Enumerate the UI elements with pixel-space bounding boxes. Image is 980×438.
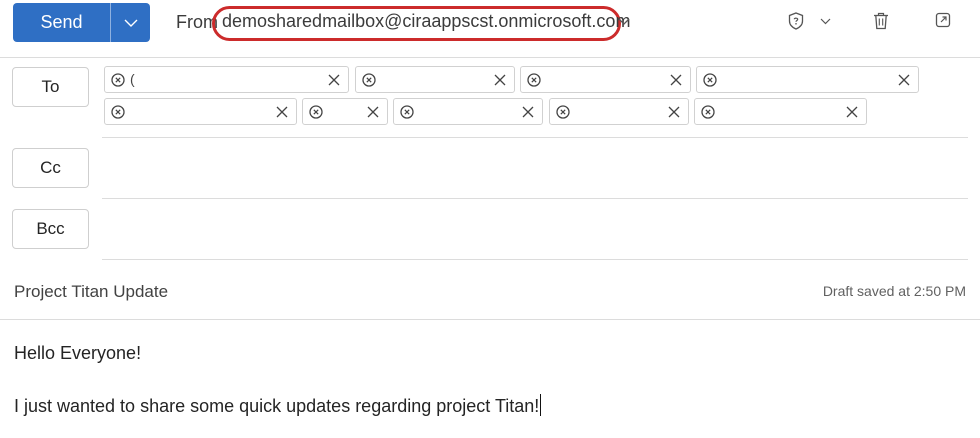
bcc-button[interactable]: Bcc [12, 209, 89, 249]
close-icon[interactable] [668, 106, 680, 118]
close-icon[interactable] [898, 74, 910, 86]
recipient-chip[interactable] [696, 66, 919, 93]
to-button[interactable]: To [12, 67, 89, 107]
remove-recipient-icon[interactable] [703, 73, 717, 87]
close-icon[interactable] [522, 106, 534, 118]
divider [102, 259, 968, 260]
shield-question-icon [788, 12, 804, 30]
recipient-chip[interactable] [104, 98, 297, 125]
chevron-down-icon[interactable] [618, 18, 630, 26]
recipient-name: ( [130, 71, 135, 87]
remove-recipient-icon[interactable] [400, 105, 414, 119]
remove-recipient-icon[interactable] [701, 105, 715, 119]
remove-recipient-icon[interactable] [362, 73, 376, 87]
divider [102, 137, 968, 138]
close-icon[interactable] [328, 74, 340, 86]
draft-status: Draft saved at 2:50 PM [822, 283, 966, 299]
recipient-chip[interactable]: ( [104, 66, 349, 93]
pop-out-icon [935, 12, 951, 28]
close-icon[interactable] [670, 74, 682, 86]
remove-recipient-icon[interactable] [111, 73, 125, 87]
send-options-button[interactable] [111, 3, 150, 42]
close-icon[interactable] [494, 74, 506, 86]
remove-recipient-icon[interactable] [556, 105, 570, 119]
send-button-group: Send [13, 3, 150, 42]
recipient-chip[interactable] [302, 98, 388, 125]
recipient-chip[interactable] [355, 66, 515, 93]
text-cursor [540, 394, 542, 416]
recipient-chip[interactable] [520, 66, 691, 93]
recipient-chip[interactable] [694, 98, 867, 125]
divider [0, 57, 980, 58]
close-icon[interactable] [367, 106, 379, 118]
sensitivity-dropdown[interactable] [820, 18, 831, 25]
send-button[interactable]: Send [13, 3, 110, 42]
subject-input[interactable]: Project Titan Update [14, 282, 168, 302]
chevron-down-icon [820, 18, 831, 25]
compose-toolbar: Send From demosharedmailbox@ciraappscst.… [0, 0, 980, 48]
cc-button[interactable]: Cc [12, 148, 89, 188]
recipient-chip[interactable] [549, 98, 689, 125]
trash-icon [874, 12, 888, 30]
chevron-down-icon [124, 19, 137, 27]
remove-recipient-icon[interactable] [527, 73, 541, 87]
from-address-selector[interactable]: demosharedmailbox@ciraappscst.onmicrosof… [222, 11, 630, 32]
body-line: I just wanted to share some quick update… [14, 394, 542, 417]
body-line-text: I just wanted to share some quick update… [14, 396, 540, 416]
divider [0, 319, 980, 320]
recipient-chip[interactable] [393, 98, 543, 125]
close-icon[interactable] [846, 106, 858, 118]
remove-recipient-icon[interactable] [111, 105, 125, 119]
pop-out-button[interactable] [935, 12, 951, 28]
discard-button[interactable] [873, 12, 889, 30]
divider [102, 198, 968, 199]
remove-recipient-icon[interactable] [309, 105, 323, 119]
close-icon[interactable] [276, 106, 288, 118]
body-greeting: Hello Everyone! [14, 343, 142, 363]
sensitivity-button[interactable] [788, 12, 804, 30]
